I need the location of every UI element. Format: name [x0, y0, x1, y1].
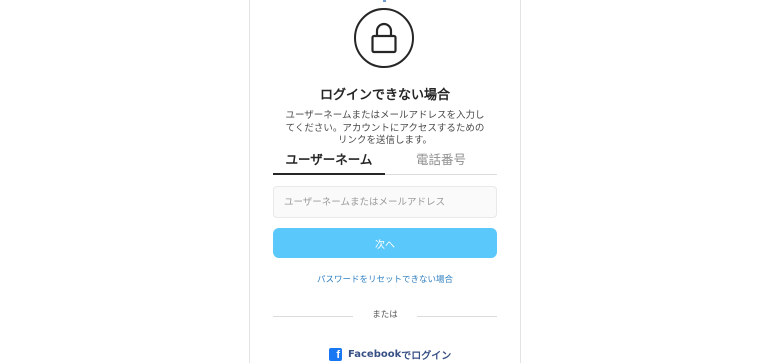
or-label: または — [372, 310, 398, 320]
cant-reset-password-link[interactable]: パスワードをリセットできない場合 — [273, 273, 497, 285]
page: ログインできない場合 ユーザーネームまたはメールアドレスを入力し てください。ア… — [0, 0, 768, 363]
or-divider: または — [273, 308, 497, 322]
page-title: ログインできない場合 — [319, 88, 450, 103]
facebook-icon: f — [329, 347, 342, 361]
recovery-tabs: ユーザーネーム 電話番号 — [273, 150, 497, 177]
instructions-line: てください。アカウントにアクセスするための — [285, 122, 485, 134]
tab-divider — [385, 174, 497, 175]
tab-username[interactable]: ユーザーネーム — [273, 150, 385, 174]
username-email-field-container — [273, 186, 497, 218]
instructions-line: リンクを送信します。 — [337, 135, 433, 146]
lock-icon — [354, 8, 414, 68]
facebook-brand-label: Facebook — [348, 348, 402, 360]
username-email-input[interactable] — [274, 187, 496, 217]
instructions-line: ユーザーネームまたはメールアドレスを入力し — [285, 110, 485, 121]
top-marker — [383, 0, 386, 2]
instructions-text: ユーザーネームまたはメールアドレスを入力し てください。アカウントにアクセスする… — [275, 110, 495, 148]
facebook-login-button[interactable]: f Facebook でログイン — [329, 346, 451, 362]
next-button[interactable]: 次へ — [273, 228, 497, 258]
facebook-login-label: でログイン — [401, 350, 452, 362]
active-tab-indicator — [273, 173, 385, 175]
divider-line-right — [417, 316, 497, 317]
tab-phone-number[interactable]: 電話番号 — [385, 150, 497, 174]
divider-line-left — [273, 316, 353, 317]
